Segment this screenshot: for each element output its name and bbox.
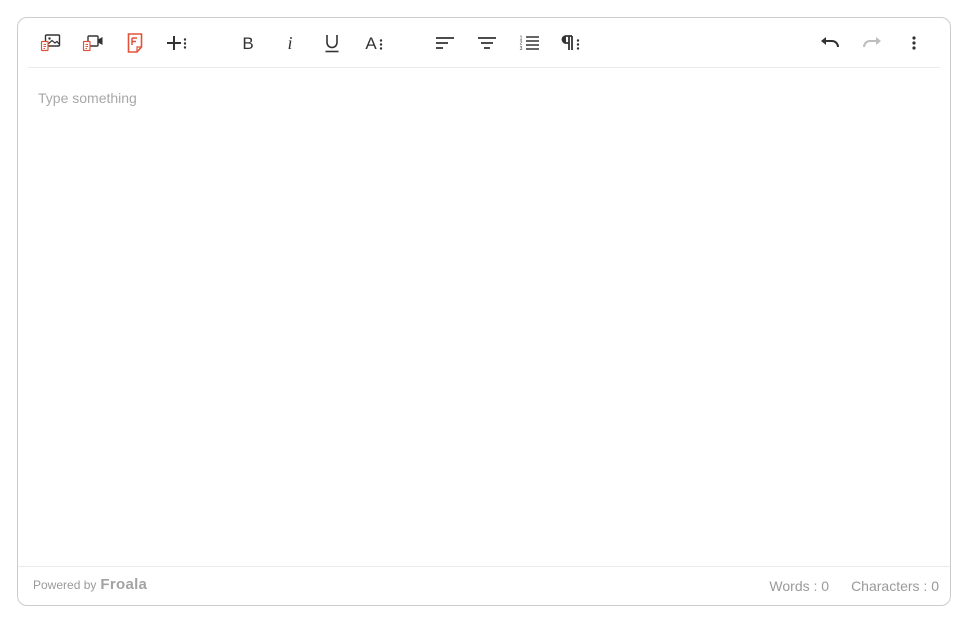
- underline-icon: [323, 32, 341, 54]
- insert-image-button[interactable]: [34, 26, 68, 60]
- svg-text:A: A: [365, 34, 377, 53]
- more-text-icon: A: [363, 33, 385, 53]
- rich-text-editor: B i A 1 2 3 Type something Powered by Fr…: [17, 17, 951, 606]
- redo-button[interactable]: [855, 26, 889, 60]
- froala-logo: Froala: [100, 576, 148, 593]
- align-center-button[interactable]: [470, 26, 504, 60]
- underline-button[interactable]: [315, 26, 349, 60]
- more-paragraph-button[interactable]: [554, 26, 588, 60]
- svg-text:i: i: [287, 33, 292, 53]
- italic-icon: i: [281, 33, 299, 53]
- character-count: Characters : 0: [851, 578, 939, 594]
- insert-video-icon: [82, 33, 104, 53]
- powered-by-link[interactable]: Powered by Froala: [33, 576, 147, 593]
- insert-image-icon: [40, 33, 62, 53]
- ordered-list-button[interactable]: 1 2 3: [512, 26, 546, 60]
- more-misc-icon: [909, 34, 919, 52]
- bold-icon: B: [239, 33, 257, 53]
- more-paragraph-icon: [560, 33, 582, 53]
- insert-file-button[interactable]: [118, 26, 152, 60]
- editor-content-area[interactable]: Type something: [18, 68, 950, 567]
- align-center-icon: [476, 34, 498, 52]
- word-count: Words : 0: [769, 578, 830, 594]
- more-text-button[interactable]: A: [357, 26, 391, 60]
- more-misc-button[interactable]: [897, 26, 931, 60]
- more-rich-icon: [165, 33, 189, 53]
- redo-icon: [861, 34, 883, 52]
- italic-button[interactable]: i: [273, 26, 307, 60]
- more-rich-button[interactable]: [160, 26, 194, 60]
- align-left-button[interactable]: [428, 26, 462, 60]
- ordered-list-icon: 1 2 3: [518, 34, 540, 52]
- powered-by-label: Powered by: [33, 578, 97, 592]
- svg-text:B: B: [242, 34, 253, 53]
- undo-button[interactable]: [813, 26, 847, 60]
- align-left-icon: [434, 34, 456, 52]
- insert-video-button[interactable]: [76, 26, 110, 60]
- editor-toolbar: B i A 1 2 3: [18, 18, 950, 67]
- insert-file-icon: [126, 32, 144, 54]
- counters: Words : 0 Characters : 0: [769, 578, 939, 594]
- editor-footer: Powered by Froala Words : 0 Characters :…: [18, 566, 950, 605]
- undo-icon: [819, 34, 841, 52]
- editor-placeholder: Type something: [38, 90, 137, 106]
- svg-text:3: 3: [520, 46, 523, 52]
- bold-button[interactable]: B: [231, 26, 265, 60]
